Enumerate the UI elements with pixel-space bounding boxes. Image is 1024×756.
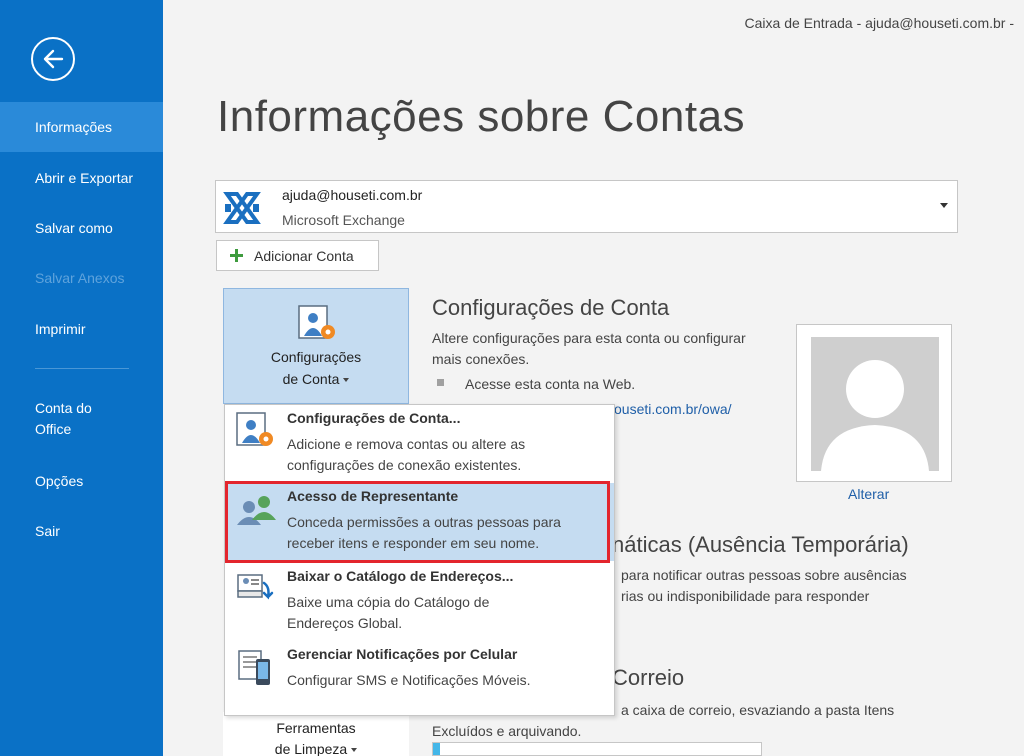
menu-item-account-settings[interactable]: Configurações de Conta... Adicione e rem… [225,405,614,481]
bullet-icon [437,379,444,386]
exchange-icon [223,192,261,224]
mailbox-usage-bar [432,742,762,756]
add-account-button[interactable]: Adicionar Conta [216,240,379,271]
sidebar-item-conta-office[interactable]: Conta do Office [0,398,130,448]
change-photo-link[interactable]: Alterar [848,486,889,502]
menu-item-download-address-book[interactable]: Baixar o Catálogo de Endereços... Baixe … [225,563,614,639]
window-title: Caixa de Entrada - ajuda@houseti.com.br … [744,15,1014,31]
account-settings-label-2: de Conta [224,371,408,387]
account-settings-title: Configurações de Conta [432,295,670,320]
cleanup-tools-label-1: Ferramentas [276,720,356,736]
person-silhouette-icon [821,360,929,471]
account-settings-desc-2: mais conexões. [432,351,530,367]
caret-down-icon [343,378,350,383]
arrow-left-icon [43,49,64,69]
account-settings-label-1: Configurações [270,349,362,365]
sidebar-item-abrir-exportar[interactable]: Abrir e Exportar [0,153,163,203]
caret-down-icon [351,748,358,753]
auto-reply-title: náticas (Ausência Temporária) [612,532,909,557]
auto-reply-desc-1: para notificar outras pessoas sobre ausê… [621,567,907,583]
cleanup-tools-label-2: de Limpeza [223,741,409,756]
sidebar-item-salvar-como[interactable]: Salvar como [0,203,163,253]
mailbox-title: Correio [612,665,685,690]
menu-item-title: Baixar o Catálogo de Endereços... [287,568,514,584]
account-settings-desc-1: Altere configurações para esta conta ou … [432,330,746,346]
back-button[interactable] [31,37,75,81]
account-email: ajuda@houseti.com.br [282,187,423,203]
account-type: Microsoft Exchange [282,212,405,228]
page-title: Informações sobre Contas [217,92,746,141]
menu-item-title: Gerenciar Notificações por Celular [287,646,518,662]
menu-item-mobile-notifications[interactable]: Gerenciar Notificações por Celular Confi… [225,641,614,715]
menu-item-title: Configurações de Conta... [287,410,461,426]
mailbox-usage-fill [433,743,440,755]
chevron-down-icon[interactable] [940,203,948,208]
plus-icon [230,249,243,262]
menu-item-desc: Baixe uma cópia do Catálogo de Endereços … [287,594,490,631]
account-settings-button[interactable]: Configurações de Conta [223,288,409,404]
menu-item-desc: Configurar SMS e Notificações Móveis. [287,672,531,688]
account-selector[interactable]: ajuda@houseti.com.br Microsoft Exchange [215,180,958,233]
backstage-sidebar: Informações Abrir e Exportar Salvar como… [0,0,163,756]
add-account-label: Adicionar Conta [254,247,354,264]
account-settings-icon [298,305,335,339]
menu-item-desc: Adicione e remova contas ou altere as con… [287,436,526,473]
web-access-text: Acesse esta conta na Web. [465,376,636,392]
cleanup-tools-button[interactable]: Ferramentas de Limpeza [223,712,409,756]
address-book-download-icon [237,574,274,600]
mobile-phone-icon [238,650,270,685]
sidebar-item-informacoes[interactable]: Informações [0,102,163,152]
sidebar-item-sair[interactable]: Sair [0,506,163,556]
sidebar-divider [35,368,129,369]
mailbox-desc-2: Excluídos e arquivando. [432,723,582,739]
highlight-annotation [225,481,610,563]
owa-link[interactable]: ouseti.com.br/owa/ [614,399,732,420]
mailbox-desc-1: a caixa de correio, esvaziando a pasta I… [621,702,895,718]
sidebar-item-salvar-anexos: Salvar Anexos [35,270,125,286]
sidebar-item-opcoes[interactable]: Opções [0,456,163,506]
sidebar-item-imprimir[interactable]: Imprimir [0,304,163,354]
auto-reply-desc-2: rias ou indisponibilidade para responder [621,588,870,604]
profile-photo [796,324,952,482]
account-settings-icon [236,412,273,446]
